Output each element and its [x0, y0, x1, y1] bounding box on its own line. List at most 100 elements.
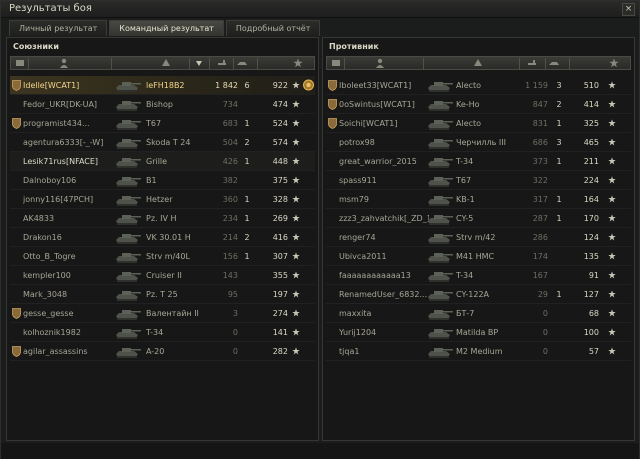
player-row[interactable]: Soichi[WCAT1] Alecto 831 1 325	[326, 114, 631, 133]
frags-column-icon[interactable]	[549, 58, 559, 68]
frags-value: 1	[244, 214, 250, 223]
player-row[interactable]: Otto_B_Togre Strv m/40L 156 1 307	[10, 247, 315, 266]
player-row[interactable]: msm79 KB-1 317 1 164	[326, 190, 631, 209]
player-name[interactable]: AK4833	[23, 214, 113, 223]
player-name[interactable]: 0oSwintus[WCAT1]	[339, 100, 429, 109]
player-row[interactable]: maxxita БТ-7 0 68	[326, 304, 631, 323]
player-name[interactable]: Otto_B_Togre	[23, 252, 113, 261]
player-row[interactable]: programist434... T67 683 1 524	[10, 114, 315, 133]
player-row[interactable]: 0oSwintus[WCAT1] Ke-Ho 847 2 414	[326, 95, 631, 114]
xp-column-icon[interactable]	[609, 58, 619, 68]
player-row[interactable]: Ubivca2011 M41 HMC 174 135	[326, 247, 631, 266]
player-name[interactable]: Idelle[WCAT1]	[23, 81, 113, 90]
platoon-icon	[328, 99, 337, 110]
player-row[interactable]: Fedor_UKR[DK-UA] Bishop 734 474	[10, 95, 315, 114]
tank-icon	[114, 229, 142, 246]
player-row[interactable]: spass911 T67 322 224	[326, 171, 631, 190]
damage-column-icon[interactable]	[527, 58, 537, 68]
player-row[interactable]: RenamedUser_6832... CY-122A 29 1 127	[326, 285, 631, 304]
player-name[interactable]: maxxita	[339, 309, 429, 318]
player-name[interactable]: jonny116[47PCH]	[23, 195, 113, 204]
player-row[interactable]: Yurij1204 Matilda BP 0 100	[326, 323, 631, 342]
player-row[interactable]: Idelle[WCAT1] leFH18B2 1 842 6 922	[10, 76, 315, 95]
player-name[interactable]: kempler100	[23, 271, 113, 280]
player-row[interactable]: renger74 Strv m/42 286 124	[326, 228, 631, 247]
player-name[interactable]: programist434...	[23, 119, 113, 128]
player-row[interactable]: jonny116[47PCH] Hetzer 360 1 328	[10, 190, 315, 209]
xp-column-icon[interactable]	[293, 58, 303, 68]
player-name[interactable]: kolhoznik1982	[23, 328, 113, 337]
tank-icon	[426, 77, 454, 94]
player-name[interactable]: tjqa1	[339, 347, 429, 356]
player-row[interactable]: gesse_gesse Валентайн II 3 274	[10, 304, 315, 323]
player-row[interactable]: great_warrior_2015 T-34 373 1 211	[326, 152, 631, 171]
player-row[interactable]: kolhoznik1982 T-34 0 141	[10, 323, 315, 342]
player-row[interactable]: Lesik71rus[NFACE] Grille 426 1 448	[10, 152, 315, 171]
player-name[interactable]: renger74	[339, 233, 429, 242]
player-name[interactable]: zzz3_zahvatchik[_ZD_]	[339, 214, 429, 223]
player-row[interactable]: Drakon16 VK 30.01 H 214 2 416	[10, 228, 315, 247]
player-row[interactable]: agentura6333[-_-W] Škoda T 24 504 2 574	[10, 133, 315, 152]
player-name[interactable]: RenamedUser_6832...	[339, 290, 429, 299]
star-icon	[292, 214, 300, 222]
damage-value: 1 159	[525, 81, 548, 90]
damage-value: 0	[232, 328, 238, 337]
player-row[interactable]: tjqa1 M2 Medium 0 57	[326, 342, 631, 361]
player-column-icon[interactable]	[375, 58, 385, 68]
player-name[interactable]: potrox98	[339, 138, 429, 147]
player-row[interactable]: Iboleet33[WCAT1] Alecto 1 159 3 510	[326, 76, 631, 95]
player-name[interactable]: spass911	[339, 176, 429, 185]
damage-column-icon[interactable]	[217, 58, 227, 68]
player-row[interactable]: zzz3_zahvatchik[_ZD_] CY-5 287 1 170	[326, 209, 631, 228]
vehicle-column-icon[interactable]	[161, 58, 171, 68]
player-row[interactable]: Mark_3048 Pz. T 25 95 197	[10, 285, 315, 304]
player-name[interactable]: Iboleet33[WCAT1]	[339, 81, 429, 90]
player-name[interactable]: Fedor_UKR[DK-UA]	[23, 100, 113, 109]
player-name[interactable]: Mark_3048	[23, 290, 113, 299]
player-name[interactable]: gesse_gesse	[23, 309, 113, 318]
xp-value: 282	[272, 347, 288, 356]
xp-value: 91	[588, 271, 599, 280]
player-name[interactable]: agentura6333[-_-W]	[23, 138, 113, 147]
player-name[interactable]: Dalnoboy106	[23, 176, 113, 185]
damage-value: 734	[222, 100, 238, 109]
player-row[interactable]: faaaaaaaaaaaa13 T-34 167 91	[326, 266, 631, 285]
tab-detailed-report[interactable]: Подробный отчёт	[225, 20, 321, 36]
platoon-column-icon[interactable]	[15, 58, 25, 68]
player-name[interactable]: Drakon16	[23, 233, 113, 242]
vehicle-column-icon[interactable]	[473, 58, 483, 68]
close-button[interactable]: ×	[622, 3, 635, 16]
damage-value: 95	[227, 290, 238, 299]
frags-value: 3	[556, 81, 562, 90]
frags-column-icon[interactable]	[237, 58, 247, 68]
vehicle-name: Škoda T 24	[146, 138, 191, 147]
star-icon	[608, 138, 616, 146]
player-name[interactable]: agilar_assassins	[23, 347, 113, 356]
player-row[interactable]: Dalnoboy106 B1 382 375	[10, 171, 315, 190]
player-row[interactable]: kempler100 Cruiser II 143 355	[10, 266, 315, 285]
player-name[interactable]: Yurij1204	[339, 328, 429, 337]
tab-personal-result[interactable]: Личный результат	[9, 20, 108, 36]
medal-icon[interactable]	[302, 78, 315, 92]
player-name[interactable]: Ubivca2011	[339, 252, 429, 261]
player-row[interactable]: agilar_assassins A-20 0 282	[10, 342, 315, 361]
player-column-icon[interactable]	[59, 58, 69, 68]
player-name[interactable]: faaaaaaaaaaaa13	[339, 271, 429, 280]
player-name[interactable]: Lesik71rus[NFACE]	[23, 157, 113, 166]
sort-arrow-icon[interactable]	[194, 58, 204, 68]
tab-bar: Личный результат Командный результат Под…	[9, 20, 321, 36]
player-row[interactable]: AK4833 Pz. IV H 234 1 269	[10, 209, 315, 228]
player-name[interactable]: great_warrior_2015	[339, 157, 429, 166]
tank-icon	[114, 267, 142, 284]
tab-team-result[interactable]: Командный результат	[109, 20, 224, 36]
damage-value: 0	[542, 328, 548, 337]
player-row[interactable]: potrox98 Черчилль III 686 3 465	[326, 133, 631, 152]
vehicle-name: T-34	[456, 271, 474, 280]
player-name[interactable]: msm79	[339, 195, 429, 204]
star-icon	[608, 81, 616, 89]
player-name[interactable]: Soichi[WCAT1]	[339, 119, 429, 128]
vehicle-name: CY-5	[456, 214, 474, 223]
xp-value: 170	[583, 214, 599, 223]
platoon-column-icon[interactable]	[331, 58, 341, 68]
damage-value: 322	[532, 176, 548, 185]
